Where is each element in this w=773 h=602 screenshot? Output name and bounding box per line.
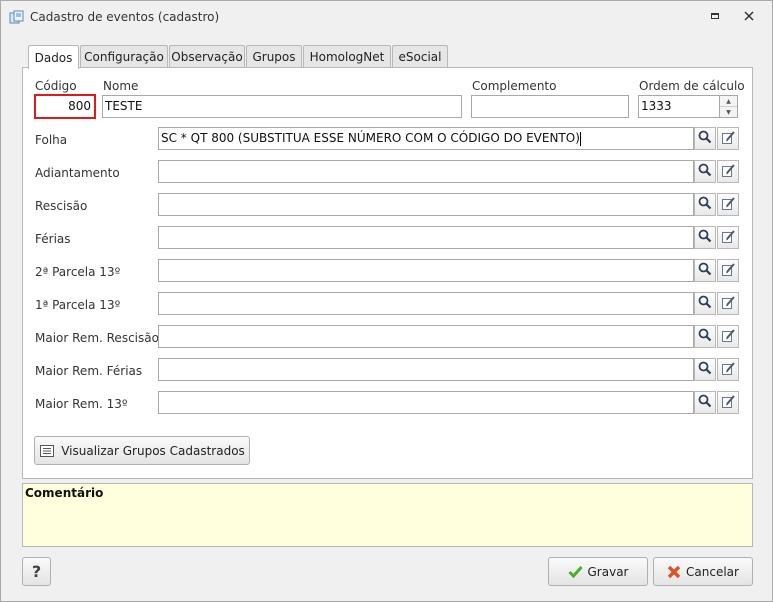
edit-icon xyxy=(721,295,736,313)
search-button-maior-rem-13[interactable] xyxy=(694,391,716,414)
formula-field-maior-rem-rescisao[interactable] xyxy=(158,325,694,348)
comment-area[interactable]: Comentário xyxy=(22,483,753,547)
view-registered-groups-label: Visualizar Grupos Cadastrados xyxy=(61,443,245,458)
tab-grupos[interactable]: Grupos xyxy=(246,45,302,68)
window-title: Cadastro de eventos (cadastro) xyxy=(30,10,220,24)
search-button-2a-parcela-13[interactable] xyxy=(694,259,716,282)
edit-icon xyxy=(721,229,736,247)
formula-label-rescisao: Rescisão xyxy=(35,199,88,213)
chevron-up-icon: ▲ xyxy=(726,97,731,105)
cancel-button[interactable]: Cancelar xyxy=(653,557,753,586)
search-icon xyxy=(698,394,712,411)
ordem-calculo-stepper: ▲ ▼ xyxy=(720,95,738,118)
search-button-maior-rem-rescisao[interactable] xyxy=(694,325,716,348)
formula-value-folha: SC * QT 800 (SUBSTITUA ESSE NÚMERO COM O… xyxy=(161,131,580,145)
search-icon xyxy=(698,328,712,345)
search-button-1a-parcela-13[interactable] xyxy=(694,292,716,315)
search-button-maior-rem-ferias[interactable] xyxy=(694,358,716,381)
formula-label-ferias: Férias xyxy=(35,232,71,246)
ordem-calculo-label: Ordem de cálculo xyxy=(639,79,745,93)
search-button-ferias[interactable] xyxy=(694,226,716,249)
formula-label-2a-parcela-13: 2ª Parcela 13º xyxy=(35,265,121,279)
help-icon: ? xyxy=(31,562,42,581)
edit-icon xyxy=(721,196,736,214)
tab-esocial[interactable]: eSocial xyxy=(392,45,448,68)
edit-icon xyxy=(721,394,736,412)
search-icon xyxy=(698,163,712,180)
formula-field-maior-rem-ferias[interactable] xyxy=(158,358,694,381)
restore-button[interactable] xyxy=(704,7,726,27)
formula-field-adiantamento[interactable] xyxy=(158,160,694,183)
formula-field-rescisao[interactable] xyxy=(158,193,694,216)
search-button-rescisao[interactable] xyxy=(694,193,716,216)
view-registered-groups-button[interactable]: Visualizar Grupos Cadastrados xyxy=(34,436,250,465)
title-bar: Cadastro de eventos (cadastro) xyxy=(1,1,772,33)
ordem-calculo-field[interactable]: 1333 xyxy=(638,95,720,118)
search-icon xyxy=(698,295,712,312)
cancel-label: Cancelar xyxy=(686,564,739,579)
edit-button-rescisao[interactable] xyxy=(717,193,739,216)
edit-button-1a-parcela-13[interactable] xyxy=(717,292,739,315)
nome-field[interactable]: TESTE xyxy=(102,95,462,118)
text-cursor xyxy=(579,131,581,146)
help-button[interactable]: ? xyxy=(22,557,51,586)
tab-dados[interactable]: Dados xyxy=(28,45,79,69)
formula-field-folha[interactable]: SC * QT 800 (SUBSTITUA ESSE NÚMERO COM O… xyxy=(158,127,694,150)
nome-label: Nome xyxy=(103,79,139,93)
edit-button-maior-rem-ferias[interactable] xyxy=(717,358,739,381)
cancel-x-icon xyxy=(667,565,681,579)
edit-icon xyxy=(721,262,736,280)
complemento-label: Complemento xyxy=(472,79,557,93)
search-button-adiantamento[interactable] xyxy=(694,160,716,183)
formula-label-maior-rem-ferias: Maior Rem. Férias xyxy=(35,364,143,378)
event-registration-window: Cadastro de eventos (cadastro) Dados Con… xyxy=(0,0,773,602)
close-icon xyxy=(744,10,754,24)
formula-field-2a-parcela-13[interactable] xyxy=(158,259,694,282)
edit-button-2a-parcela-13[interactable] xyxy=(717,259,739,282)
chevron-down-icon: ▼ xyxy=(726,109,731,116)
comment-title: Comentário xyxy=(25,486,104,500)
close-button[interactable] xyxy=(738,7,760,27)
edit-button-maior-rem-13[interactable] xyxy=(717,391,739,414)
formula-field-maior-rem-13[interactable] xyxy=(158,391,694,414)
edit-icon xyxy=(721,361,736,379)
search-icon xyxy=(698,229,712,246)
save-label: Gravar xyxy=(587,564,629,579)
app-icon xyxy=(9,10,24,25)
edit-icon xyxy=(721,130,736,148)
formula-field-ferias[interactable] xyxy=(158,226,694,249)
stepper-down-button[interactable]: ▼ xyxy=(720,107,737,118)
formula-label-maior-rem-rescisao: Maior Rem. Rescisão xyxy=(35,331,159,345)
save-button[interactable]: Gravar xyxy=(548,557,648,586)
tab-observacao[interactable]: Observação xyxy=(169,45,245,68)
formula-label-maior-rem-13: Maior Rem. 13º xyxy=(35,397,128,411)
search-icon xyxy=(698,130,712,147)
restore-icon xyxy=(710,11,720,24)
search-icon xyxy=(698,262,712,279)
codigo-field[interactable]: 800 xyxy=(34,94,96,119)
list-icon xyxy=(39,444,55,458)
edit-button-adiantamento[interactable] xyxy=(717,160,739,183)
edit-button-folha[interactable] xyxy=(717,127,739,150)
formula-label-1a-parcela-13: 1ª Parcela 13º xyxy=(35,298,121,312)
stepper-up-button[interactable]: ▲ xyxy=(720,96,737,107)
check-icon xyxy=(567,565,583,578)
tab-configuracao[interactable]: Configuração xyxy=(80,45,168,68)
edit-button-ferias[interactable] xyxy=(717,226,739,249)
edit-button-maior-rem-rescisao[interactable] xyxy=(717,325,739,348)
edit-icon xyxy=(721,328,736,346)
formula-field-1a-parcela-13[interactable] xyxy=(158,292,694,315)
complemento-field[interactable] xyxy=(471,95,629,118)
search-icon xyxy=(698,196,712,213)
search-button-folha[interactable] xyxy=(694,127,716,150)
codigo-label: Código xyxy=(35,79,77,93)
formula-label-folha: Folha xyxy=(35,133,68,147)
formula-label-adiantamento: Adiantamento xyxy=(35,166,120,180)
search-icon xyxy=(698,361,712,378)
edit-icon xyxy=(721,163,736,181)
tab-homolognet[interactable]: HomologNet xyxy=(303,45,391,68)
